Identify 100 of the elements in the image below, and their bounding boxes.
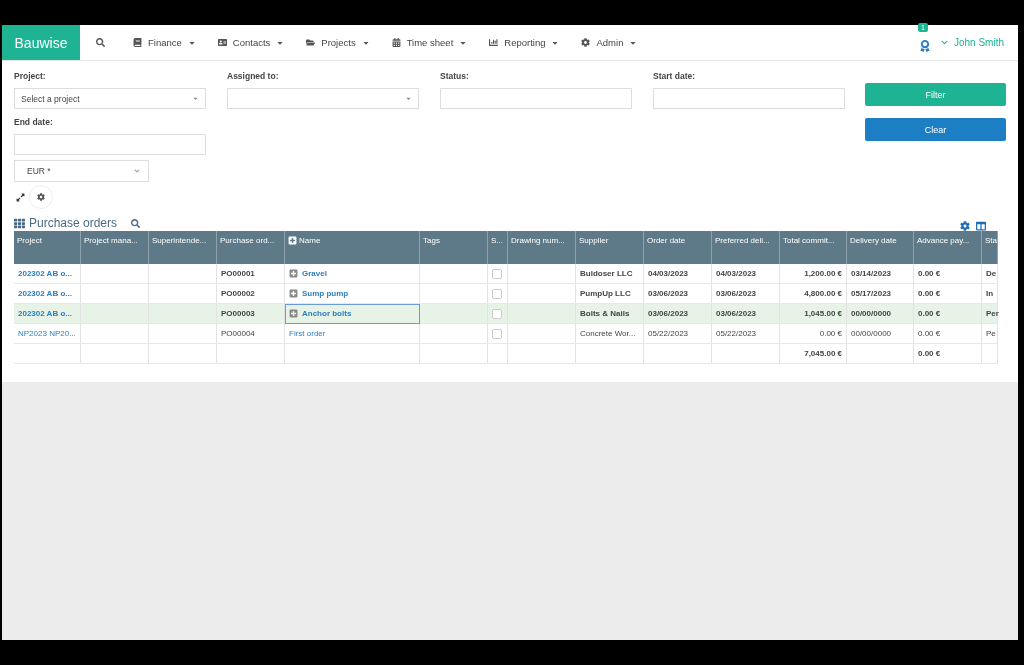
table-cell [420,344,488,364]
input-field[interactable] [14,134,206,155]
filter-button[interactable]: Filter [865,83,1006,106]
nav-menu-item[interactable]: Projects [306,37,370,48]
column-header[interactable]: Drawing num... [508,231,576,264]
order-name-link[interactable]: Anchor bolts [302,309,352,318]
select-field[interactable] [227,88,419,109]
checkbox[interactable] [492,328,502,339]
column-header[interactable]: Delivery date [847,231,914,264]
order-name-link[interactable]: Sump pump [302,289,349,298]
column-header[interactable]: Supplier [576,231,644,264]
header-text: Total commit... [783,236,835,245]
total-cell: 7,045.00 € [780,344,847,364]
nav-menu-item[interactable]: Contacts [217,37,285,48]
column-header[interactable]: Tags [420,231,488,264]
column-header[interactable]: Sta [982,231,998,264]
book-icon [133,38,142,47]
table-cell: Concrete Wor... [576,324,644,344]
table-cell: Per [982,304,998,324]
column-header[interactable]: Name [285,231,420,264]
field-label: Start date: [653,71,697,83]
project-link[interactable]: NP2023 NP20... [14,324,81,344]
table-cell: 1,045.00 € [780,304,847,324]
expand-icon[interactable] [16,192,25,202]
table-cell [149,284,217,304]
input-field[interactable] [440,88,632,109]
header-text: Supplier [579,236,609,245]
contact-card-icon [217,38,227,47]
table-cell [81,344,149,364]
order-name-link[interactable]: Gravel [302,269,327,278]
table-cell: De [982,264,998,284]
table-cell [644,344,712,364]
field-label: Project: [14,71,47,83]
total-cell: 0.00 € [914,344,982,364]
settings-icon[interactable] [960,221,970,231]
nav-menu-item[interactable]: Time sheet [391,37,468,48]
columns-icon[interactable] [976,221,986,231]
table-cell: 03/06/2023 [644,304,712,324]
search-icon[interactable] [96,38,105,47]
table-cell: 0.00 € [914,264,982,284]
project-link[interactable]: 202302 AB o... [14,264,81,284]
nav-menu-item[interactable]: Admin [581,37,638,48]
table-cell [508,344,576,364]
table-cell: PO00004 [217,324,285,344]
chevron-down-icon [940,39,948,46]
column-header[interactable]: Preferred deli... [712,231,780,264]
nav-menu-item[interactable]: Reporting [489,37,560,48]
checkbox[interactable] [492,268,502,279]
award-icon[interactable] [918,39,931,52]
column-header[interactable]: Project mana... [81,231,149,264]
grid-icon [14,217,25,229]
column-header[interactable]: Order date [644,231,712,264]
search-icon[interactable] [131,218,141,228]
checkbox[interactable] [492,308,502,319]
table-cell [81,264,149,284]
table-cell [149,304,217,324]
select-field[interactable]: Select a project [14,88,206,109]
header-text: Name [299,236,321,245]
table-cell [81,324,149,344]
column-header[interactable]: Superintende... [149,231,217,264]
currency-select[interactable]: EUR * [14,160,149,182]
table-cell: 0.00 € [914,304,982,324]
checkbox[interactable] [492,288,502,299]
table-cell [149,344,217,364]
column-header[interactable]: S... [488,231,508,264]
table-cell: PO00002 [217,284,285,304]
project-link[interactable]: 202302 AB o... [14,284,81,304]
input-field[interactable] [653,88,845,109]
folder-icon [306,38,316,47]
project-link[interactable]: 202302 AB o... [14,304,81,324]
header-text: Preferred deli... [715,236,770,245]
table-cell [982,344,998,364]
gear-icon [37,193,45,201]
table-cell: 00/00/0000 [847,304,914,324]
header-text: Project [17,236,42,245]
table-cell: 03/06/2023 [644,284,712,304]
column-header[interactable]: Total commit... [780,231,847,264]
table-cell: 04/03/2023 [644,264,712,284]
header-text: Tags [423,236,440,245]
column-header[interactable]: Advance pay... [914,231,982,264]
table-cell: 4,800.00 € [780,284,847,304]
table-cell: 04/03/2023 [712,264,780,284]
column-header[interactable]: Project [14,231,81,264]
user-menu[interactable]: John Smith [940,37,1004,48]
table-cell: PO00003 [217,304,285,324]
settings-icon [581,38,591,47]
section-title: Purchase orders [29,216,118,230]
table-cell [81,304,149,324]
column-header[interactable]: Purchase ord... [217,231,285,264]
clear-button[interactable]: Clear [865,118,1006,141]
header-text: Advance pay... [917,236,970,245]
table-cell: 00/00/0000 [847,324,914,344]
table-cell: Buldoser LLC [576,264,644,284]
caret-icon [405,95,412,102]
table-cell: Pe [982,324,998,344]
table-cell: PumpUp LLC [576,284,644,304]
order-name-link[interactable]: First order [289,329,326,338]
brand-logo[interactable]: Bauwise [2,25,80,60]
nav-menu-item[interactable]: Finance [133,37,196,48]
table-cell [14,344,81,364]
